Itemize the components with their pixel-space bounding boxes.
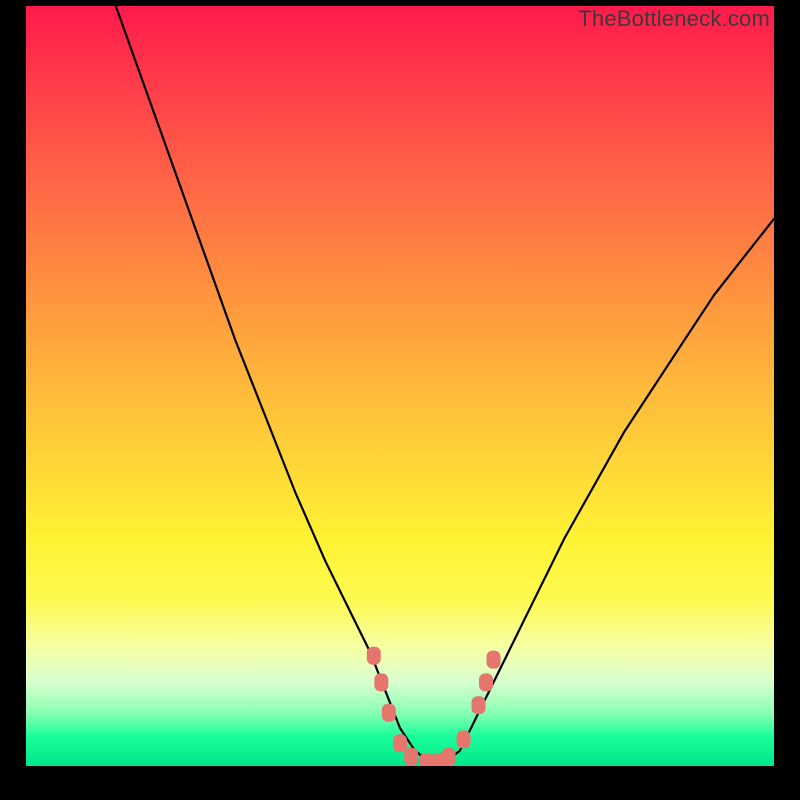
curve-marker [457, 730, 471, 748]
chart-svg [26, 6, 774, 766]
curve-marker [472, 696, 486, 714]
curve-marker [479, 673, 493, 691]
curve-marker [367, 647, 381, 665]
chart-frame: TheBottleneck.com [0, 0, 800, 800]
curve-marker [442, 748, 456, 766]
curve-line [116, 6, 774, 762]
chart-plot-area [26, 6, 774, 766]
bottleneck-curve [116, 6, 774, 762]
curve-marker [374, 673, 388, 691]
curve-marker [487, 651, 501, 669]
curve-marker [404, 748, 418, 766]
curve-marker [382, 704, 396, 722]
curve-markers [367, 647, 501, 766]
curve-marker [393, 734, 407, 752]
